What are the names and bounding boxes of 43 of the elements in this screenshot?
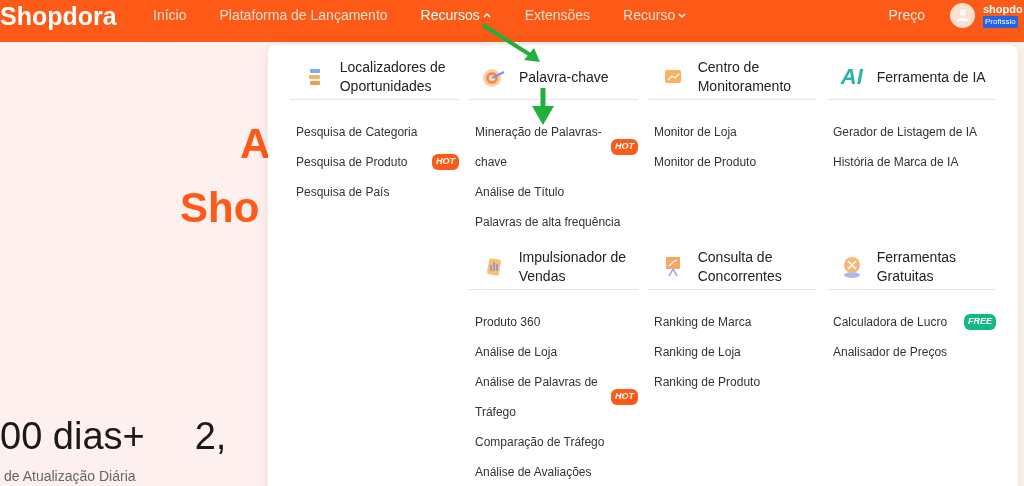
section-title: Consulta de Concorrentes — [697, 248, 783, 286]
menu-item[interactable]: Pesquisa de País — [290, 177, 459, 207]
stat-label: de Atualização Diária — [3, 467, 137, 486]
item-badge: FREE — [964, 314, 996, 330]
menu-item[interactable]: Mineração de Palavras-chave HOT — [469, 117, 638, 177]
menu-item[interactable]: História de Marca de IA — [827, 147, 996, 177]
menu-item[interactable]: Monitor de Produto — [648, 147, 817, 177]
menu-item[interactable]: Calculadora de Lucro FREE — [827, 307, 996, 337]
user-icon — [955, 8, 970, 22]
menu-item[interactable]: Palavras de alta frequência — [469, 207, 638, 237]
menu-item[interactable]: Ranking de Marca — [648, 307, 817, 337]
section-title: Palavra-chave — [519, 67, 610, 87]
user-name: shopdo — [983, 2, 1023, 16]
stat-value: 2, — [194, 414, 227, 458]
menu-item[interactable]: Análise de Palavras de Tráfego HOT — [469, 367, 638, 427]
stat-value: 00 dias+ — [0, 414, 145, 458]
menu-item[interactable]: Análise de Título — [469, 177, 638, 207]
annotation-arrow — [530, 88, 556, 126]
menu-item[interactable]: Pesquisa de Produto HOT — [290, 147, 459, 177]
plan-badge: Profissio — [983, 16, 1018, 28]
menu-item[interactable]: Pesquisa de Categoria — [290, 117, 459, 147]
menu-item[interactable]: Monitor de Loja — [648, 117, 817, 147]
avatar[interactable] — [950, 2, 975, 28]
section-title: Ferramentas Gratuitas — [876, 248, 958, 286]
menu-item[interactable]: Gerador de Listagem de IA — [827, 117, 996, 147]
menu-item[interactable]: Ranking de Produto — [648, 367, 817, 397]
target-icon — [481, 66, 507, 88]
menu-item[interactable]: Comparação de Tráfego — [469, 427, 638, 457]
ai-icon: AI — [840, 66, 863, 88]
hero-heading: Sho — [180, 183, 260, 233]
menu-item[interactable]: Ranking de Loja — [648, 337, 817, 367]
menu-item[interactable]: Analisador de Preços — [827, 337, 996, 367]
menu-item[interactable]: Produto 360 — [469, 307, 638, 337]
menu-item[interactable]: Análise de Avaliações — [469, 457, 638, 486]
item-badge: HOT — [611, 389, 638, 405]
section-title: Localizadores de Oportunidades — [339, 58, 447, 96]
section-title: Ferramenta de IA — [876, 67, 987, 87]
hero-heading: A — [239, 119, 271, 169]
item-badge: HOT — [432, 154, 459, 170]
menu-item[interactable]: Análise de Loja — [469, 337, 638, 367]
section-title: Impulsionador de Vendas — [518, 248, 628, 286]
section-title: Centro de Monitoramento — [697, 58, 793, 96]
item-badge: HOT — [611, 139, 638, 155]
